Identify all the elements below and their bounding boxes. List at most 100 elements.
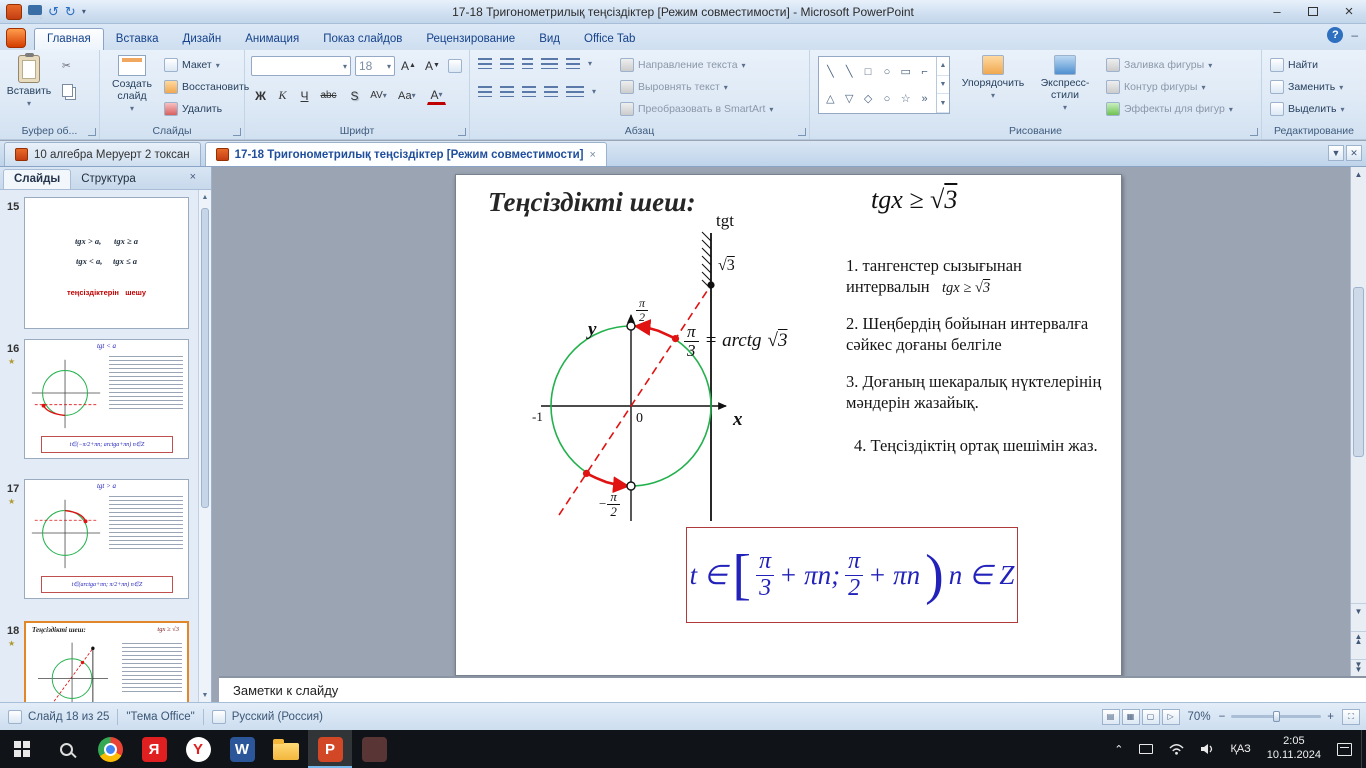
close-button[interactable]: × bbox=[1336, 2, 1362, 20]
convert-smartart-button[interactable]: Преобразовать в SmartArt ▾ bbox=[620, 102, 773, 116]
copy-button[interactable] bbox=[62, 84, 73, 97]
scroll-up-icon[interactable]: ▲ bbox=[1351, 167, 1366, 184]
spellcheck-icon[interactable] bbox=[211, 709, 226, 724]
shape-outline-button[interactable]: Контур фигуры ▾ bbox=[1106, 80, 1205, 94]
line-spacing-icon[interactable] bbox=[566, 58, 580, 69]
doc-tab-1[interactable]: 10 алгебра Меруерт 2 токсан bbox=[4, 142, 201, 166]
start-button[interactable] bbox=[0, 730, 44, 768]
align-text-button[interactable]: Выровнять текст ▾ bbox=[620, 80, 728, 94]
underline-button[interactable]: Ч bbox=[295, 86, 314, 105]
slide-title[interactable]: Теңсіздікті шеш: bbox=[488, 187, 696, 218]
panel-scrollbar[interactable]: ▲ ▼ bbox=[198, 190, 211, 702]
change-case-button[interactable]: Аа ▾ bbox=[397, 86, 417, 105]
volume-tray-icon[interactable] bbox=[1193, 730, 1221, 768]
language-status[interactable]: Русский (Россия) bbox=[232, 711, 323, 723]
grow-font-button[interactable]: А ▲ bbox=[399, 56, 418, 75]
reset-button[interactable]: Восстановить bbox=[164, 80, 249, 94]
step-4[interactable]: 4. Теңсіздіктің ортақ шешімін жаз. bbox=[854, 435, 1122, 456]
select-button[interactable]: Выделить ▾ bbox=[1270, 102, 1344, 116]
text-shadow-button[interactable]: S bbox=[345, 86, 364, 105]
tab-office-tab[interactable]: Office Tab bbox=[572, 29, 647, 50]
drawing-dialog-launcher[interactable] bbox=[1250, 128, 1258, 136]
minimize-ribbon-icon[interactable]: – bbox=[1351, 28, 1358, 42]
align-right-icon[interactable] bbox=[522, 86, 536, 97]
panel-tab-slides[interactable]: Слайды bbox=[3, 169, 72, 189]
taskbar-app-word[interactable]: W bbox=[220, 730, 264, 768]
tab-design[interactable]: Дизайн bbox=[171, 29, 234, 50]
step-2[interactable]: 2. Шеңбердің бойынан интервалға сәйкес д… bbox=[846, 313, 1114, 355]
increase-indent-icon[interactable] bbox=[541, 58, 558, 69]
normal-view-button[interactable]: ▤ bbox=[1101, 708, 1120, 725]
font-color-button[interactable]: А ▾ bbox=[427, 86, 446, 105]
help-icon[interactable]: ? bbox=[1327, 27, 1344, 43]
search-button[interactable] bbox=[44, 730, 88, 768]
justify-icon[interactable] bbox=[544, 86, 558, 97]
find-button[interactable]: Найти bbox=[1270, 58, 1318, 72]
paragraph-dialog-launcher[interactable] bbox=[798, 128, 806, 136]
delete-slide-button[interactable]: Удалить bbox=[164, 102, 222, 116]
slide-16-thumbnail[interactable]: tgt < a t∈(−π/2+πn; arctga+πn) n∈Z bbox=[24, 339, 189, 459]
next-slide-button[interactable]: ▼ ▼ bbox=[1351, 659, 1366, 676]
slide-canvas[interactable]: Теңсіздікті шеш: tgx ≥ √3 tgt √3 y x π2 … bbox=[455, 174, 1122, 676]
zoom-in-icon[interactable]: + bbox=[1327, 711, 1334, 723]
keyboard-language-button[interactable]: ҚАЗ bbox=[1223, 730, 1257, 768]
zoom-slider-thumb[interactable] bbox=[1273, 711, 1281, 722]
font-dialog-launcher[interactable] bbox=[458, 128, 466, 136]
replace-button[interactable]: Заменить ▾ bbox=[1270, 80, 1343, 94]
shape-fill-button[interactable]: Заливка фигуры ▾ bbox=[1106, 58, 1212, 72]
action-center-button[interactable] bbox=[1330, 730, 1359, 768]
scroll-down-icon[interactable]: ▼ bbox=[1351, 603, 1366, 620]
taskbar-app-chrome[interactable] bbox=[88, 730, 132, 768]
slides-dialog-launcher[interactable] bbox=[233, 128, 241, 136]
taskbar-app-yandex-browser[interactable]: Я bbox=[132, 730, 176, 768]
shape-effects-button[interactable]: Эффекты для фигур ▾ bbox=[1106, 102, 1233, 116]
paste-button[interactable]: Вставить ▾ bbox=[6, 53, 52, 108]
answer-formula-box[interactable]: t ∈ [ π3 + πn; π2 + πn ) n ∈ Z bbox=[686, 527, 1018, 623]
panel-scroll-down-icon[interactable]: ▼ bbox=[199, 688, 211, 702]
notes-pane[interactable]: Заметки к слайду bbox=[219, 676, 1366, 702]
italic-button[interactable]: К bbox=[273, 86, 292, 105]
zoom-out-icon[interactable]: − bbox=[1219, 711, 1226, 723]
display-tray-icon[interactable] bbox=[1132, 730, 1160, 768]
tab-view[interactable]: Вид bbox=[527, 29, 572, 50]
align-center-icon[interactable] bbox=[500, 86, 514, 97]
panel-scroll-up-icon[interactable]: ▲ bbox=[199, 190, 211, 204]
arrange-button[interactable]: Упорядочить ▾ bbox=[958, 55, 1028, 100]
tab-review[interactable]: Рецензирование bbox=[414, 29, 527, 50]
bold-button[interactable]: Ж bbox=[251, 86, 270, 105]
previous-slide-button[interactable]: ▲ ▲ bbox=[1351, 631, 1366, 648]
office-button[interactable] bbox=[6, 28, 26, 48]
taskbar-app-presentation[interactable] bbox=[352, 730, 396, 768]
shrink-font-button[interactable]: А ▼ bbox=[423, 56, 442, 75]
taskbar-app-yandex[interactable]: Y bbox=[176, 730, 220, 768]
tab-insert[interactable]: Вставка bbox=[104, 29, 171, 50]
font-size-combo[interactable]: 18 ▾ bbox=[355, 56, 395, 76]
panel-tab-outline[interactable]: Структура bbox=[71, 170, 146, 189]
panel-scroll-thumb[interactable] bbox=[201, 208, 209, 508]
font-name-combo[interactable]: ▾ bbox=[251, 56, 351, 76]
bullets-icon[interactable] bbox=[478, 58, 492, 69]
clock[interactable]: 2:05 10.11.2024 bbox=[1260, 730, 1328, 768]
network-tray-icon[interactable] bbox=[1162, 730, 1191, 768]
shapes-gallery-scroll[interactable]: ▲ ▼ ▼ bbox=[936, 57, 949, 114]
panel-close-icon[interactable]: × bbox=[190, 171, 196, 183]
zoom-slider[interactable] bbox=[1231, 711, 1322, 722]
slide-18-thumbnail-selected[interactable]: Теңсіздікті шеш: tgx ≥ √3 bbox=[24, 621, 189, 702]
decrease-indent-icon[interactable] bbox=[522, 58, 533, 69]
doctab-close-all-button[interactable]: ✕ bbox=[1346, 145, 1362, 161]
tab-slideshow[interactable]: Показ слайдов bbox=[311, 29, 414, 50]
minimize-button[interactable]: – bbox=[1264, 2, 1290, 20]
slide-17-thumbnail[interactable]: tgt > a t∈(arctga+πn; π/2+πn) n∈Z bbox=[24, 479, 189, 599]
slide-sorter-view-button[interactable]: ▦ bbox=[1121, 708, 1140, 725]
slide-15-thumbnail[interactable]: tgx > a, tgx ≥ a tgx < a, tgx ≤ a теңсіз… bbox=[24, 197, 189, 329]
clipboard-dialog-launcher[interactable] bbox=[88, 128, 96, 136]
doc-tab-close-icon[interactable]: × bbox=[590, 149, 596, 161]
slideshow-view-button[interactable]: ▷ bbox=[1161, 708, 1180, 725]
slide-inequality[interactable]: tgx ≥ √3 bbox=[871, 185, 957, 215]
quick-styles-button[interactable]: Экспресс-стили ▾ bbox=[1032, 55, 1098, 112]
columns-icon[interactable] bbox=[566, 86, 584, 97]
zoom-percentage[interactable]: 70% bbox=[1188, 711, 1211, 723]
tab-home[interactable]: Главная bbox=[34, 28, 104, 50]
new-slide-button[interactable]: Создать слайд ▾ bbox=[104, 55, 160, 113]
editor-scrollbar[interactable]: ▲ ▼ ▲ ▲ ▼ ▼ bbox=[1350, 167, 1366, 676]
